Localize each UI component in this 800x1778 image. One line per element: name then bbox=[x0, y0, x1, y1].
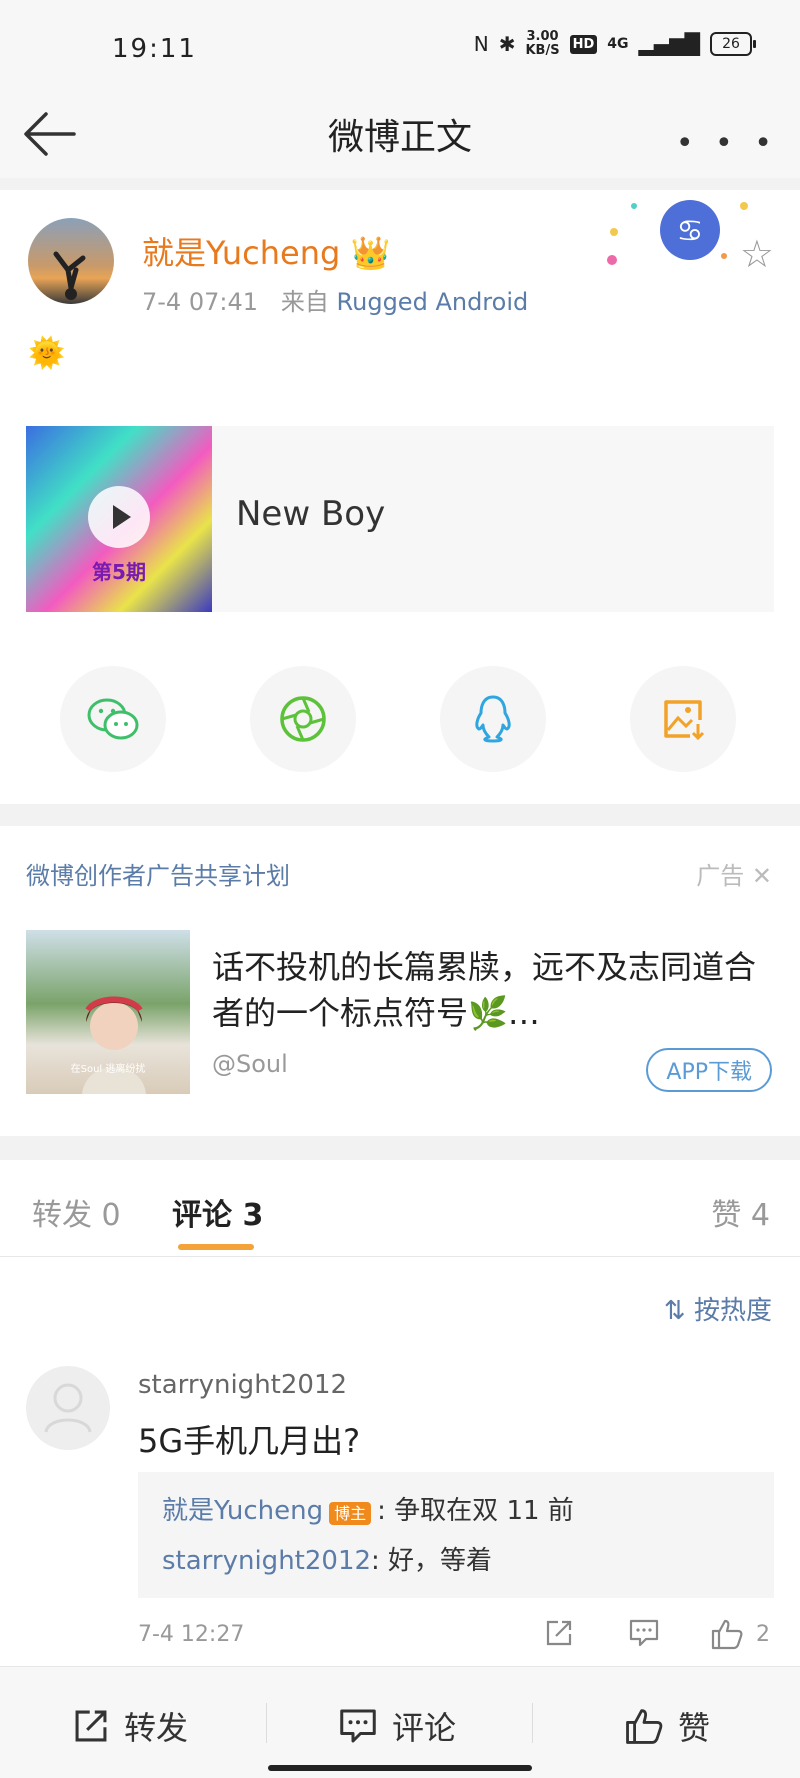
reply-username[interactable]: starrynight2012 bbox=[162, 1546, 371, 1576]
svg-text:♋: ♋ bbox=[677, 214, 704, 249]
tab-repost[interactable]: 转发 0 bbox=[32, 1190, 121, 1234]
sort-button[interactable]: ⇅ 按热度 bbox=[664, 1290, 772, 1327]
comment-time: 7-4 12:27 bbox=[138, 1622, 245, 1647]
battery-icon: 26 bbox=[710, 32, 756, 56]
post-username[interactable]: 就是Yucheng 👑 bbox=[142, 228, 390, 274]
bluetooth-icon: ✱ bbox=[498, 32, 516, 56]
share-qq-button[interactable] bbox=[440, 666, 546, 772]
save-image-icon bbox=[664, 700, 705, 741]
more-icon[interactable]: • • • bbox=[676, 126, 778, 161]
app-download-button[interactable]: APP下载 bbox=[646, 1048, 772, 1092]
qq-icon bbox=[475, 695, 511, 743]
bottom-repost-button[interactable]: 转发 bbox=[72, 1703, 188, 1749]
comment-text: 5G手机几月出? bbox=[138, 1422, 361, 1460]
post-time: 7-4 07:41 bbox=[142, 288, 258, 316]
divider bbox=[0, 1256, 800, 1257]
separator bbox=[266, 1703, 267, 1743]
reply-box[interactable]: 就是Yucheng 博主: 争取在双 11 前 starrynight2012: … bbox=[138, 1472, 774, 1598]
share-wechat-button[interactable] bbox=[60, 666, 166, 772]
reply-text: : 争取在双 11 前 bbox=[377, 1496, 574, 1526]
hd-icon: HD bbox=[569, 34, 598, 54]
close-icon: ✕ bbox=[751, 862, 772, 890]
sort-icon: ⇅ bbox=[663, 1296, 686, 1326]
post-source-prefix: 来自 bbox=[280, 288, 329, 316]
wechat-icon bbox=[87, 698, 139, 740]
status-time: 19:11 bbox=[112, 34, 197, 64]
save-image-button[interactable] bbox=[630, 666, 736, 772]
avatar[interactable] bbox=[28, 218, 114, 304]
ad-tag[interactable]: 广告 ✕ bbox=[696, 856, 772, 891]
post-source[interactable]: Rugged Android bbox=[337, 288, 529, 316]
ad-program-label[interactable]: 微博创作者广告共享计划 bbox=[26, 856, 290, 891]
tab-likes[interactable]: 赞 4 bbox=[711, 1190, 770, 1234]
reply-item: 就是Yucheng 博主: 争取在双 11 前 bbox=[162, 1490, 574, 1527]
comment-icon bbox=[340, 1709, 376, 1743]
ad-image-caption: 在Soul 逃离纷扰 bbox=[70, 1064, 146, 1075]
bottom-like-button[interactable]: 赞 bbox=[624, 1703, 710, 1749]
signal-bars-icon: ▂▄▆█ bbox=[638, 32, 700, 56]
moments-icon bbox=[280, 696, 326, 742]
media-thumbnail: 第5期 bbox=[26, 426, 212, 612]
favorite-star-icon[interactable]: ☆ bbox=[740, 232, 774, 276]
status-bar: 19:11 Ν ✱ 3.00 KB/S HD 4G ▂▄▆█ 26 bbox=[0, 0, 800, 90]
tab-comments[interactable]: 评论 3 bbox=[172, 1190, 263, 1234]
ad-image[interactable]: 在Soul 逃离纷扰 bbox=[26, 930, 190, 1094]
like-icon[interactable] bbox=[710, 1618, 744, 1650]
post-meta: 7-4 07:41 来自 Rugged Android bbox=[142, 282, 528, 317]
repost-icon[interactable] bbox=[544, 1618, 574, 1648]
net-speed: 3.00 KB/S bbox=[525, 29, 560, 58]
author-badge: 博主 bbox=[329, 1501, 372, 1525]
signal-label: 4G bbox=[607, 36, 629, 52]
ad-handle[interactable]: @Soul bbox=[212, 1050, 288, 1078]
reply-username[interactable]: 就是Yucheng bbox=[162, 1496, 323, 1526]
thumbnail-caption: 第5期 bbox=[92, 560, 146, 584]
comment-like-count: 2 bbox=[756, 1622, 770, 1647]
bottom-comment-button[interactable]: 评论 bbox=[338, 1703, 456, 1749]
active-tab-indicator bbox=[178, 1244, 254, 1250]
reply-item: starrynight2012: 好，等着 bbox=[162, 1540, 492, 1577]
comment-avatar[interactable] bbox=[26, 1366, 110, 1450]
share-moments-button[interactable] bbox=[250, 666, 356, 772]
like-icon bbox=[626, 1709, 663, 1744]
media-title: New Boy bbox=[236, 494, 386, 534]
repost-icon bbox=[75, 1710, 107, 1742]
ad-text[interactable]: 话不投机的长篇累牍，远不及志同道合者的一个标点符号🌿… bbox=[212, 944, 762, 1036]
reply-text: : 好，等着 bbox=[371, 1546, 493, 1576]
nav-bar: 微博正文 • • • bbox=[0, 90, 800, 178]
status-icons: Ν ✱ 3.00 KB/S HD 4G ▂▄▆█ 26 bbox=[473, 29, 756, 58]
home-indicator[interactable] bbox=[268, 1765, 532, 1771]
media-card[interactable]: 第5期 New Boy bbox=[26, 426, 774, 612]
bottom-action-bar: 转发 评论 赞 bbox=[0, 1666, 800, 1778]
crown-icon: 👑 bbox=[350, 234, 391, 272]
comment-username[interactable]: starrynight2012 bbox=[138, 1370, 347, 1400]
play-icon[interactable] bbox=[88, 486, 150, 548]
separator bbox=[532, 1703, 533, 1743]
nfc-icon: Ν bbox=[473, 32, 489, 56]
post-body-emoji: 🌞 bbox=[28, 336, 66, 371]
comment-icon[interactable] bbox=[628, 1618, 660, 1648]
